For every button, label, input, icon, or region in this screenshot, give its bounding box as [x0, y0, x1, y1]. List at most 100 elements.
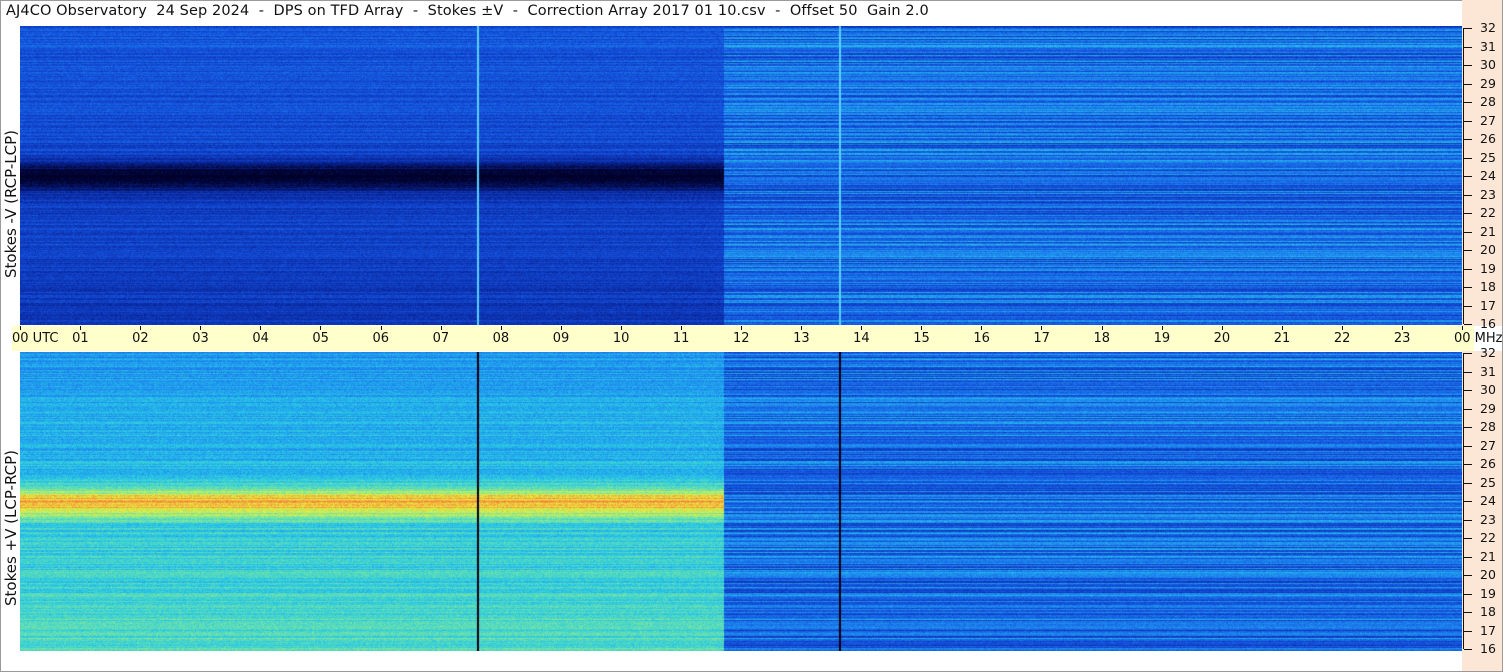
frequency-tick-mark: [1464, 630, 1472, 632]
frequency-tick-label: 19: [1480, 260, 1496, 276]
frequency-tick-label: 20: [1480, 567, 1496, 582]
frequency-tick-mark: [1464, 538, 1472, 539]
frequency-tick-label: 16: [1480, 641, 1496, 656]
frequency-tick-label: 29: [1480, 75, 1496, 91]
time-tick-mark: [1161, 326, 1163, 330]
frequency-tick-label: 31: [1480, 363, 1496, 379]
frequency-tick-label: 16: [1480, 316, 1496, 331]
time-tick-label: 04: [252, 331, 269, 346]
frequency-tick-label: 30: [1480, 382, 1496, 397]
frequency-tick-label: 29: [1480, 400, 1496, 416]
time-tick-mark: [80, 326, 82, 330]
time-tick-label: 00 UTC: [12, 331, 59, 346]
frequency-tick-mark: [1464, 139, 1472, 140]
time-tick-mark: [1401, 326, 1403, 330]
time-tick-mark: [801, 326, 803, 330]
spectrogram-stokes-minus-v: [20, 26, 1462, 325]
frequency-tick-mark: [1464, 213, 1472, 214]
frequency-tick-mark: [1464, 353, 1472, 354]
time-tick-label: 02: [132, 331, 149, 346]
time-tick-label: 03: [192, 331, 209, 346]
time-tick-mark: [680, 326, 682, 330]
frequency-tick-mark: [1464, 287, 1472, 288]
time-tick-label: 14: [853, 331, 870, 346]
time-tick-mark: [140, 326, 142, 330]
time-tick-mark: [260, 326, 262, 330]
time-tick-mark: [20, 326, 21, 330]
frequency-tick-mark: [1464, 593, 1472, 595]
time-tick-mark: [1101, 326, 1103, 330]
frequency-tick-mark: [1464, 501, 1472, 502]
spectrogram-canvas-bottom: [20, 352, 1462, 651]
time-tick-label: 16: [973, 331, 990, 346]
frequency-tick-label: 25: [1480, 474, 1496, 490]
frequency-tick-label: 18: [1480, 604, 1496, 619]
frequency-tick-label: 17: [1480, 622, 1496, 638]
time-tick-mark: [741, 326, 742, 330]
frequency-tick-label: 27: [1480, 112, 1496, 128]
time-tick-label: 23: [1393, 331, 1411, 346]
frequency-tick-mark: [1464, 408, 1472, 410]
spectrogram-stokes-plus-v: [20, 352, 1462, 651]
frequency-tick-mark: [1464, 371, 1472, 373]
frequency-tick-label: 18: [1480, 279, 1496, 294]
frequency-tick-label: 32: [1480, 345, 1496, 360]
spectrogram-canvas-top: [20, 26, 1462, 325]
frequency-tick-mark: [1464, 250, 1472, 251]
frequency-tick-label: 31: [1480, 38, 1496, 54]
page-title: AJ4CO Observatory 24 Sep 2024 - DPS on T…: [6, 3, 929, 19]
frequency-tick-label: 28: [1480, 94, 1496, 109]
time-tick-label: 05: [312, 331, 329, 346]
time-tick-label: 15: [913, 331, 930, 346]
time-tick-mark: [1341, 326, 1343, 330]
frequency-tick-mark: [1464, 268, 1472, 270]
frequency-tick-label: 21: [1480, 548, 1496, 564]
time-tick-label: 09: [552, 331, 570, 346]
frequency-tick-label: 32: [1480, 20, 1496, 35]
frequency-tick-label: 30: [1480, 57, 1496, 72]
frequency-tick-mark: [1464, 649, 1472, 650]
time-tick-label: 11: [672, 331, 690, 346]
frequency-tick-label: 26: [1480, 456, 1496, 471]
time-tick-mark: [861, 326, 863, 330]
frequency-tick-mark: [1464, 482, 1472, 484]
frequency-tick-mark: [1464, 46, 1472, 48]
time-tick-label: 19: [1153, 331, 1171, 346]
bottom-panel-ylabel: Stokes +V (LCP-RCP): [2, 450, 20, 606]
time-axis: 00 UTC 01 02 03 04 05 06 07 08 09 10 11 12 13 14 15 16 17…: [12, 326, 1503, 351]
time-tick-mark: [320, 326, 322, 330]
time-tick-label: 20: [1213, 331, 1231, 346]
time-tick-label: 07: [432, 331, 450, 346]
time-tick-label: 01: [72, 331, 89, 346]
time-tick-mark: [1462, 326, 1463, 330]
time-tick-mark: [1041, 326, 1043, 330]
time-tick-label: 17: [1033, 331, 1050, 346]
frequency-tick-label: 24: [1480, 493, 1496, 508]
frequency-tick-mark: [1464, 445, 1472, 447]
time-tick-label: 00 MHz: [1454, 331, 1503, 346]
time-tick-mark: [440, 326, 442, 330]
frequency-tick-label: 28: [1480, 419, 1496, 434]
frequency-tick-mark: [1464, 612, 1472, 613]
frequency-tick-mark: [1464, 83, 1472, 85]
time-tick-label: 12: [733, 331, 750, 346]
frequency-tick-mark: [1464, 176, 1472, 177]
frequency-tick-label: 21: [1480, 223, 1496, 239]
frequency-tick-mark: [1464, 519, 1472, 521]
time-tick-label: 21: [1273, 331, 1291, 346]
frequency-axis-bottom: 32 31 30 29 28 27 26 25 24 23 22 21 20 19 18 17 16: [1462, 345, 1502, 671]
frequency-tick-mark: [1464, 120, 1472, 122]
frequency-tick-mark: [1464, 575, 1472, 576]
frequency-tick-mark: [1464, 324, 1472, 325]
frequency-tick-label: 26: [1480, 131, 1496, 146]
frequency-tick-label: 17: [1480, 297, 1496, 313]
frequency-tick-label: 27: [1480, 437, 1496, 453]
frequency-tick-mark: [1464, 28, 1472, 29]
frequency-tick-label: 25: [1480, 149, 1496, 165]
frequency-tick-mark: [1464, 157, 1472, 159]
time-tick-mark: [560, 326, 562, 330]
frequency-tick-mark: [1464, 65, 1472, 66]
frequency-tick-label: 19: [1480, 585, 1496, 601]
time-tick-label: 06: [372, 331, 390, 346]
top-panel-ylabel: Stokes -V (RCP-LCP): [2, 130, 20, 278]
